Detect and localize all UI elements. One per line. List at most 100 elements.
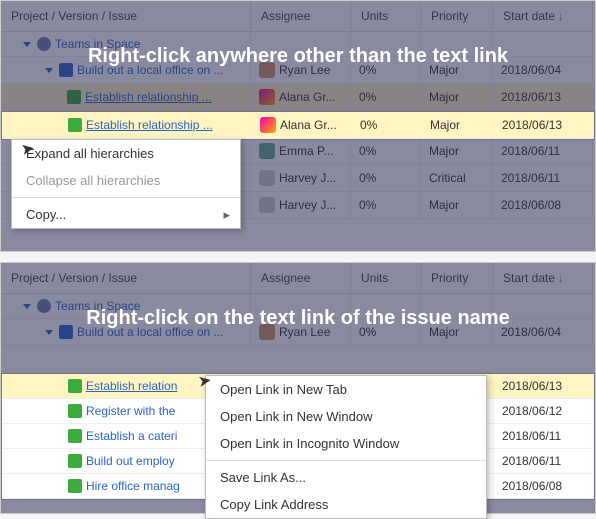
epic-icon xyxy=(59,63,73,77)
avatar xyxy=(259,143,275,159)
priority-cell: Critical xyxy=(421,165,493,191)
date-cell: 2018/06/08 xyxy=(494,474,594,498)
assignee-name: Harvey J... xyxy=(279,198,336,212)
issue-link[interactable]: Build out employ xyxy=(86,454,175,468)
assignee-name: Ryan Lee xyxy=(279,325,330,339)
col-assignee[interactable]: Assignee xyxy=(251,1,351,31)
context-menu-app: Expand all hierarchies Collapse all hier… xyxy=(11,139,241,229)
avatar xyxy=(260,117,276,133)
issue-link[interactable]: Establish a cateri xyxy=(86,429,177,443)
menu-item-open-incognito[interactable]: Open Link in Incognito Window xyxy=(206,430,486,457)
col-issue[interactable]: Project / Version / Issue xyxy=(1,1,251,31)
issue-link[interactable]: Establish relationship ... xyxy=(86,118,213,132)
epic-icon xyxy=(59,325,73,339)
sort-desc-icon: ↓ xyxy=(558,11,564,23)
avatar xyxy=(259,62,275,78)
col-units[interactable]: Units xyxy=(351,263,421,293)
table-header: Project / Version / Issue Assignee Units… xyxy=(1,1,595,32)
table-row[interactable]: Teams in Space xyxy=(1,32,595,57)
assignee-name: Harvey J... xyxy=(279,171,336,185)
date-cell: 2018/06/13 xyxy=(494,374,594,398)
col-assignee[interactable]: Assignee xyxy=(251,263,351,293)
assignee-name: Emma P... xyxy=(279,144,333,158)
col-issue[interactable]: Project / Version / Issue xyxy=(1,263,251,293)
priority-cell: Major xyxy=(422,112,494,138)
date-cell: 2018/06/08 xyxy=(493,192,593,218)
sort-desc-icon: ↓ xyxy=(558,273,564,285)
col-units[interactable]: Units xyxy=(351,1,421,31)
priority-cell: Major xyxy=(421,138,493,164)
menu-item-copy[interactable]: Copy...▸ xyxy=(12,201,240,228)
priority-cell: Major xyxy=(421,192,493,218)
table-row-highlight[interactable]: Establish relationship ... Alana Gr... 0… xyxy=(2,112,594,139)
priority-cell: Major xyxy=(421,84,493,110)
story-icon xyxy=(68,118,82,132)
panel-bottom: Project / Version / Issue Assignee Units… xyxy=(0,262,596,514)
story-icon xyxy=(68,454,82,468)
table-body: Teams in Space Build out a local office … xyxy=(1,294,595,346)
chevron-down-icon[interactable] xyxy=(45,68,53,73)
story-icon xyxy=(68,379,82,393)
table-row[interactable]: Teams in Space xyxy=(1,294,595,319)
avatar xyxy=(259,197,275,213)
chevron-down-icon[interactable] xyxy=(23,42,31,47)
date-cell: 2018/06/11 xyxy=(494,424,594,448)
story-icon xyxy=(68,429,82,443)
date-cell: 2018/06/11 xyxy=(493,165,593,191)
issue-link[interactable]: Teams in Space xyxy=(55,299,140,313)
col-startdate[interactable]: Start date↓ xyxy=(493,263,593,293)
globe-icon xyxy=(37,299,51,313)
issue-link[interactable]: Build out a local office on ... xyxy=(77,63,224,77)
menu-item-collapse[interactable]: Collapse all hierarchies xyxy=(12,167,240,194)
units-cell: 0% xyxy=(351,319,421,345)
priority-cell: Major xyxy=(421,319,493,345)
menu-item-copy-link[interactable]: Copy Link Address xyxy=(206,491,486,518)
avatar xyxy=(259,89,275,105)
units-cell: 0% xyxy=(351,57,421,83)
menu-item-open-new-window[interactable]: Open Link in New Window xyxy=(206,403,486,430)
chevron-down-icon[interactable] xyxy=(45,330,53,335)
panel-top: Project / Version / Issue Assignee Units… xyxy=(0,0,596,252)
issue-link[interactable]: Hire office manag xyxy=(86,479,180,493)
menu-item-expand[interactable]: Expand all hierarchies xyxy=(12,140,240,167)
col-priority[interactable]: Priority xyxy=(421,263,493,293)
date-cell: 2018/06/12 xyxy=(494,399,594,423)
priority-cell: Major xyxy=(421,57,493,83)
col-startdate[interactable]: Start date↓ xyxy=(493,1,593,31)
menu-item-open-new-tab[interactable]: Open Link in New Tab xyxy=(206,376,486,403)
assignee-name: Alana Gr... xyxy=(280,118,337,132)
date-cell: 2018/06/13 xyxy=(494,112,594,138)
issue-link[interactable]: Establish relationship ... xyxy=(85,90,212,104)
story-icon xyxy=(67,90,81,104)
context-menu-browser: Open Link in New Tab Open Link in New Wi… xyxy=(205,375,487,519)
col-priority[interactable]: Priority xyxy=(421,1,493,31)
units-cell: 0% xyxy=(352,112,422,138)
chevron-down-icon[interactable] xyxy=(23,304,31,309)
issue-link[interactable]: Teams in Space xyxy=(55,37,140,51)
assignee-name: Ryan Lee xyxy=(279,63,330,77)
units-cell: 0% xyxy=(351,138,421,164)
issue-link[interactable]: Register with the xyxy=(86,404,175,418)
story-icon xyxy=(68,479,82,493)
menu-item-save-link[interactable]: Save Link As... xyxy=(206,464,486,491)
units-cell: 0% xyxy=(351,84,421,110)
table-row[interactable]: Build out a local office on ... Ryan Lee… xyxy=(1,319,595,346)
assignee-name: Alana Gr... xyxy=(279,90,336,104)
date-cell: 2018/06/11 xyxy=(494,449,594,473)
units-cell: 0% xyxy=(351,165,421,191)
globe-icon xyxy=(37,37,51,51)
table-row[interactable]: Establish relationship ... Alana Gr... 0… xyxy=(1,84,595,111)
avatar xyxy=(259,170,275,186)
table-row[interactable]: Build out a local office on ... Ryan Lee… xyxy=(1,57,595,84)
date-cell: 2018/06/04 xyxy=(493,319,593,345)
submenu-arrow-icon: ▸ xyxy=(223,207,230,223)
table-header: Project / Version / Issue Assignee Units… xyxy=(1,263,595,294)
date-cell: 2018/06/11 xyxy=(493,138,593,164)
avatar xyxy=(259,324,275,340)
units-cell: 0% xyxy=(351,192,421,218)
issue-link[interactable]: Build out a local office on ... xyxy=(77,325,224,339)
date-cell: 2018/06/13 xyxy=(493,84,593,110)
issue-link[interactable]: Establish relation xyxy=(86,379,177,393)
story-icon xyxy=(68,404,82,418)
date-cell: 2018/06/04 xyxy=(493,57,593,83)
